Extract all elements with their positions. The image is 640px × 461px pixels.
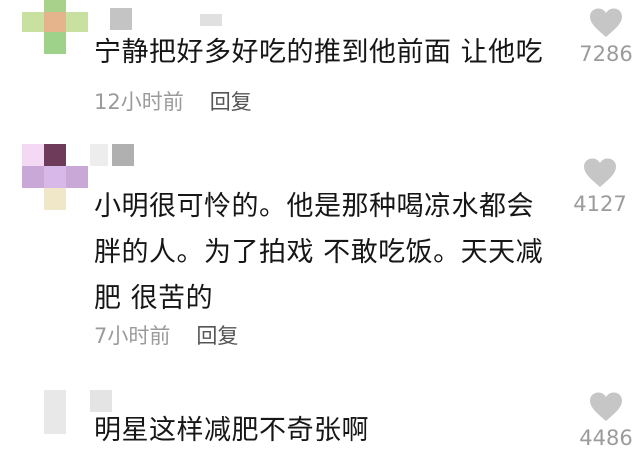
comment-list: 宁静把好多好吃的推到他前面 让他吃 12小时前 回复 7286 小明很可怜的。他是… bbox=[0, 0, 640, 461]
heart-icon bbox=[584, 158, 616, 187]
username-block bbox=[200, 14, 222, 26]
like-button[interactable]: 7286 bbox=[576, 8, 636, 66]
avatar-pixel bbox=[22, 12, 44, 32]
avatar-pixel bbox=[44, 390, 66, 434]
comment-text: 小明很可怜的。他是那种喝凉水都会 胖的人。为了拍戏 不敢吃饭。天天减 肥 很苦的 bbox=[94, 184, 543, 322]
like-count: 4127 bbox=[573, 192, 627, 216]
heart-icon bbox=[590, 8, 622, 37]
comment-time: 12小时前 bbox=[94, 90, 184, 114]
comment-line: 肥 很苦的 bbox=[94, 283, 214, 314]
avatar-pixel bbox=[44, 32, 66, 54]
comment-text: 宁静把好多好吃的推到他前面 让他吃 bbox=[94, 30, 543, 76]
username-block bbox=[90, 144, 108, 166]
avatar[interactable] bbox=[22, 144, 94, 216]
avatar-pixel bbox=[44, 166, 66, 188]
like-button[interactable]: 4127 bbox=[570, 158, 630, 216]
like-count: 7286 bbox=[579, 42, 633, 66]
avatar-pixel bbox=[44, 144, 66, 166]
reply-button[interactable]: 回复 bbox=[210, 90, 252, 114]
avatar-pixel bbox=[44, 12, 66, 32]
comment-line: 明星这样减肥不奇张啊 bbox=[94, 415, 369, 446]
comment-line: 胖的人。为了拍戏 不敢吃饭。天天减 bbox=[94, 237, 544, 268]
like-button[interactable]: 4486 bbox=[576, 392, 636, 450]
comment-text: 明星这样减肥不奇张啊 bbox=[94, 408, 369, 454]
avatar-pixel bbox=[66, 166, 88, 188]
avatar[interactable] bbox=[22, 0, 94, 72]
username[interactable] bbox=[110, 8, 230, 30]
comment-line: 宁静把好多好吃的推到他前面 让他吃 bbox=[94, 37, 544, 68]
avatar-pixel bbox=[66, 12, 88, 32]
username[interactable] bbox=[90, 144, 150, 166]
like-count: 4486 bbox=[579, 426, 633, 450]
comment-time: 7小时前 bbox=[94, 324, 171, 348]
comment-meta: 7小时前 回复 bbox=[94, 320, 238, 350]
username-block bbox=[110, 8, 132, 30]
username-block bbox=[112, 144, 134, 166]
avatar-pixel bbox=[22, 144, 44, 166]
comment-line: 小明很可怜的。他是那种喝凉水都会 bbox=[94, 191, 534, 222]
avatar-pixel bbox=[44, 0, 66, 12]
reply-button[interactable]: 回复 bbox=[196, 324, 238, 348]
heart-icon bbox=[590, 392, 622, 421]
avatar-pixel bbox=[44, 188, 66, 210]
avatar-pixel bbox=[22, 166, 44, 188]
comment-meta: 12小时前 回复 bbox=[94, 86, 252, 116]
